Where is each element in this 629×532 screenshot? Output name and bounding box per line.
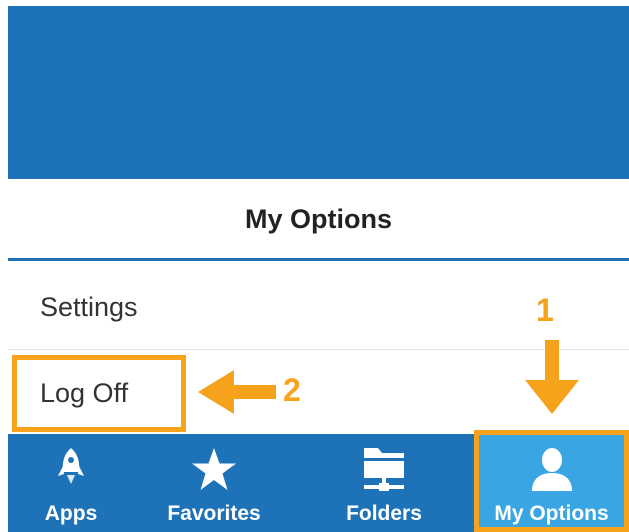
my-options-highlight-box [474, 430, 629, 532]
tab-folders-label: Folders [346, 502, 422, 525]
settings-label: Settings [40, 292, 138, 322]
step-2-number: 2 [283, 372, 301, 408]
header-band [8, 6, 629, 179]
tab-apps-label: Apps [44, 502, 98, 525]
star-icon [191, 442, 237, 496]
tab-favorites-label: Favorites [167, 502, 261, 525]
arrow-down-icon [525, 340, 579, 414]
log-off-highlight-box [12, 355, 186, 432]
network-folder-icon [360, 442, 408, 496]
tab-favorites[interactable]: Favorites [134, 434, 294, 532]
tab-folders[interactable]: Folders [294, 434, 474, 532]
arrow-left-icon [198, 370, 276, 414]
title-divider [8, 258, 629, 261]
tab-apps[interactable]: Apps [8, 434, 134, 532]
step-1-number: 1 [536, 292, 554, 328]
page-title: My Options [245, 203, 392, 234]
rocket-icon [56, 442, 86, 496]
